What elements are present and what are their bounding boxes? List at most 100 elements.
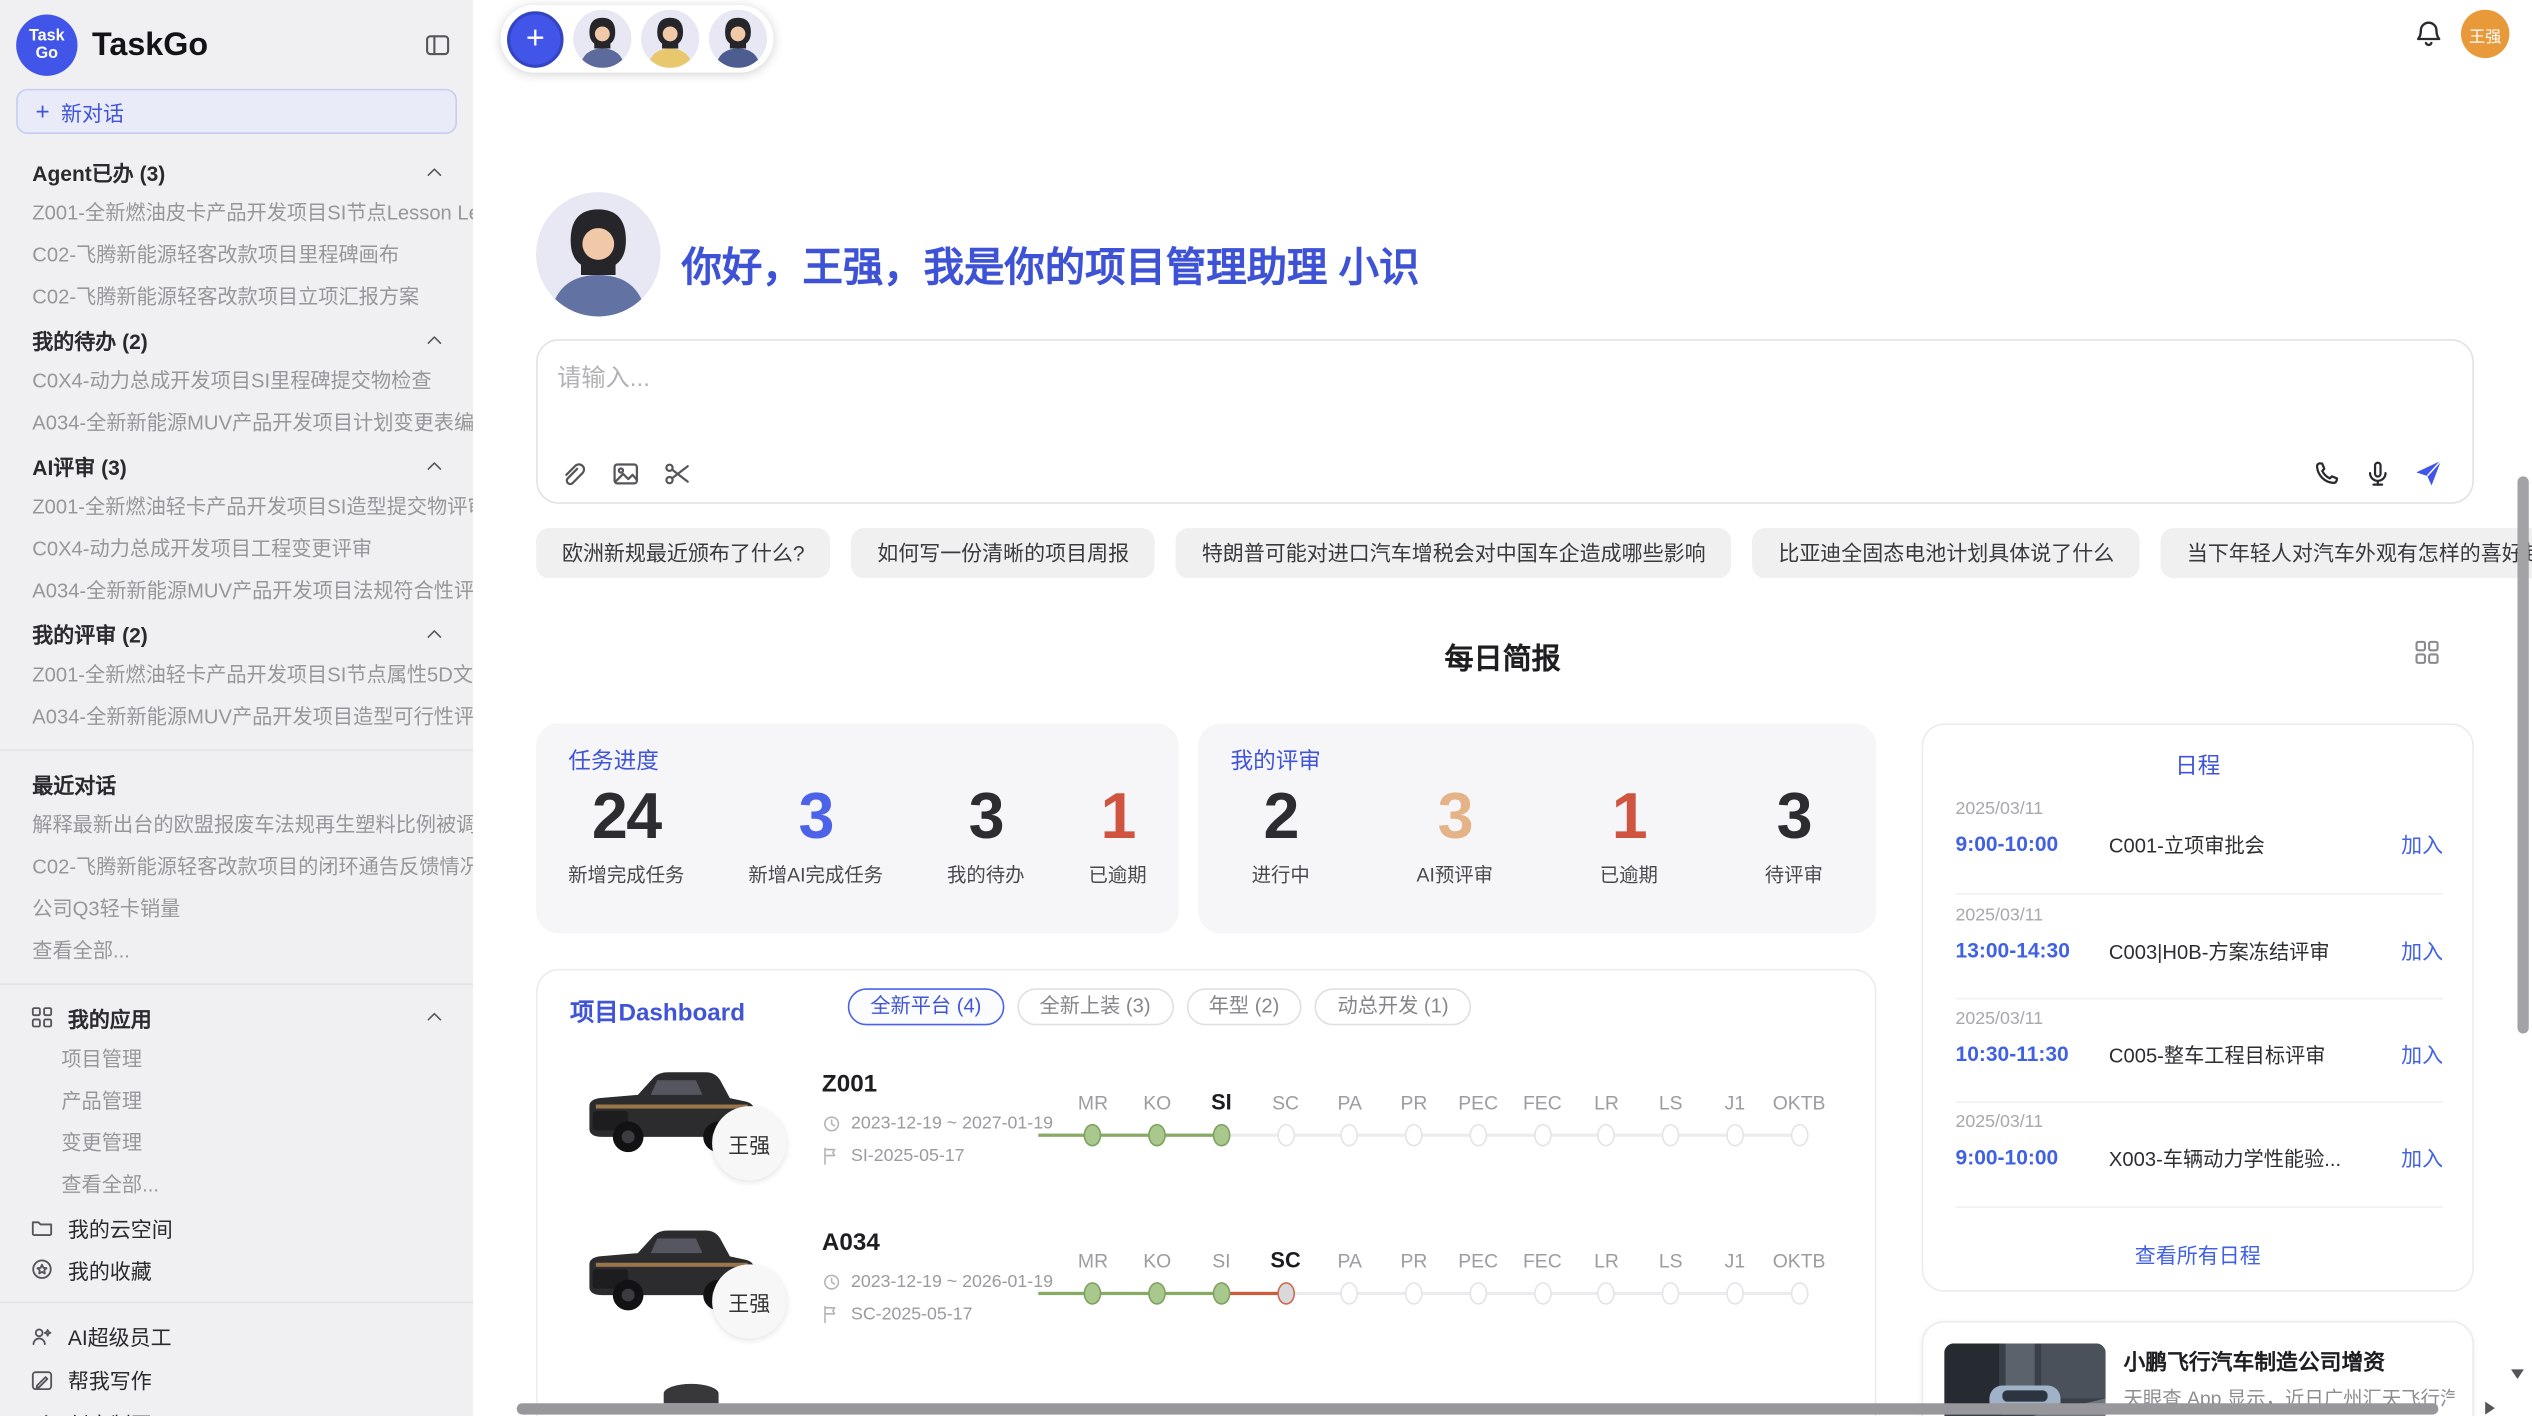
chevron-up-icon [425, 330, 444, 349]
section-agent-done[interactable]: Agent已办 (3) [0, 150, 473, 192]
sidebar-item[interactable]: Z001-全新燃油轻卡产品开发项目SI造型提交物评审 [0, 486, 473, 528]
stat-review-overdue: 1已逾期 [1600, 782, 1658, 889]
sidebar-item-my-apps[interactable]: 我的应用 [0, 996, 473, 1038]
suggestion-chip[interactable]: 当下年轻人对汽车外观有怎样的喜好趋势 [2161, 528, 2532, 578]
assistant-avatar [536, 192, 660, 316]
filter-all-platform[interactable]: 全新平台 (4) [848, 988, 1004, 1025]
project-row-a034[interactable]: 王强 A034 2023-12-19 ~ 2026-01-19 SC-2025-… [538, 1203, 1875, 1361]
sidebar-item-creative-draw[interactable]: 创意制图 [0, 1402, 473, 1416]
section-label: 我的待办 (2) [32, 325, 147, 356]
app-item-product-mgmt[interactable]: 产品管理 [0, 1080, 473, 1122]
news-card[interactable]: 小鹏飞行汽车制造公司增资 天眼查 App 显示，近日广州汇天飞行汽... [1922, 1321, 2474, 1416]
schedule-meeting-title: C001-立项审批会 [2109, 828, 2388, 859]
divider [0, 983, 473, 985]
chat-input[interactable] [554, 363, 1846, 394]
voice-call-icon[interactable] [2314, 459, 2341, 486]
project-flag: SC-2025-05-17 [822, 1305, 973, 1324]
horizontal-scrollbar-thumb[interactable] [517, 1403, 2439, 1414]
recent-chat-item[interactable]: 公司Q3轻卡销量 [0, 888, 473, 930]
agent-avatar-3[interactable] [709, 10, 767, 68]
schedule-item: 2025/03/11 13:00-14:30 C003|H0B-方案冻结评审 加… [1956, 906, 2444, 966]
flag-icon [822, 1147, 841, 1166]
next-vehicle-peek [664, 1384, 719, 1403]
join-button[interactable]: 加入 [2401, 1142, 2443, 1173]
notification-bell-icon[interactable] [2414, 19, 2443, 48]
suggestion-chip[interactable]: 欧洲新规最近颁布了什么? [536, 528, 830, 578]
join-button[interactable]: 加入 [2401, 935, 2443, 966]
sidebar-item[interactable]: C02-飞腾新能源轻客改款项目立项汇报方案 [0, 276, 473, 318]
schedule-time: 9:00-10:00 [1956, 832, 2109, 856]
creative-draw-label: 创意制图 [68, 1408, 152, 1416]
scroll-down-arrow[interactable] [2511, 1369, 2524, 1379]
sidebar: Task Go TaskGo + 新对话 Agent已办 (3) Z001-全新… [0, 0, 473, 1416]
suggestion-chip[interactable]: 如何写一份清晰的项目周报 [851, 528, 1155, 578]
sidebar-item-help-write[interactable]: 帮我写作 [0, 1358, 473, 1402]
section-my-review[interactable]: 我的评审 (2) [0, 612, 473, 654]
clock-icon [822, 1272, 841, 1291]
join-button[interactable]: 加入 [2401, 1038, 2443, 1069]
sidebar-item[interactable]: C02-飞腾新能源轻客改款项目里程碑画布 [0, 234, 473, 276]
vertical-scrollbar-thumb[interactable] [2517, 476, 2528, 1033]
filter-model-year[interactable]: 年型 (2) [1186, 988, 1302, 1025]
section-my-todo[interactable]: 我的待办 (2) [0, 318, 473, 360]
sidebar-item[interactable]: Z001-全新燃油轻卡产品开发项目SI节点属性5D文件评审 [0, 654, 473, 696]
sidebar-item[interactable]: Z001-全新燃油皮卡产品开发项目SI节点Lesson Learn报告 [0, 192, 473, 234]
join-button[interactable]: 加入 [2401, 828, 2443, 859]
chat-composer[interactable] [536, 339, 2474, 504]
microphone-icon[interactable] [2364, 459, 2391, 486]
schedule-item: 2025/03/11 9:00-10:00 C001-立项审批会 加入 [1956, 799, 2444, 859]
add-agent-button[interactable]: + [507, 10, 564, 67]
schedule-title: 日程 [1923, 749, 2472, 781]
recent-chat-item[interactable]: C02-飞腾新能源轻客改款项目的闭环通告反馈情况 [0, 846, 473, 888]
card-title: 我的评审 [1230, 744, 1320, 776]
logo-line2: Go [36, 45, 58, 63]
collapse-sidebar-icon[interactable] [421, 29, 453, 61]
view-all-apps[interactable]: 查看全部... [0, 1164, 473, 1206]
sidebar-item[interactable]: A034-全新新能源MUV产品开发项目计划变更表编写 [0, 402, 473, 444]
chevron-up-icon [425, 624, 444, 643]
app-item-project-mgmt[interactable]: 项目管理 [0, 1038, 473, 1080]
recent-chat-item[interactable]: 解释最新出台的欧盟报废车法规再生塑料比例被调至15%... [0, 804, 473, 846]
suggestion-chips: 欧洲新规最近颁布了什么? 如何写一份清晰的项目周报 特朗普可能对进口汽车增税会对… [536, 528, 2532, 578]
sidebar-item-favorites[interactable]: 我的收藏 [0, 1248, 473, 1290]
cloud-space-label: 我的云空间 [68, 1212, 173, 1243]
sidebar-item-cloud-space[interactable]: 我的云空间 [0, 1206, 473, 1248]
section-ai-review[interactable]: AI评审 (3) [0, 444, 473, 486]
attachment-icon[interactable] [560, 460, 587, 487]
project-flag: SI-2025-05-17 [822, 1147, 965, 1166]
main-area: + 王强 你好，王强，我是你的项目管理助理 小识 [473, 0, 2532, 1416]
layout-grid-icon[interactable] [2414, 639, 2440, 665]
suggestion-chip[interactable]: 比亚迪全固态电池计划具体说了什么 [1752, 528, 2140, 578]
dashboard-title: 项目Dashboard [570, 995, 745, 1029]
user-avatar[interactable]: 王强 [2461, 10, 2509, 58]
ai-employee-label: AI超级员工 [68, 1321, 172, 1352]
schedule-date: 2025/03/11 [1956, 906, 2444, 925]
scissors-icon[interactable] [664, 460, 691, 487]
filter-upfit[interactable]: 全新上装 (3) [1017, 988, 1173, 1025]
send-icon[interactable] [2414, 459, 2443, 488]
sidebar-item-ai-employee[interactable]: AI超级员工 [0, 1314, 473, 1358]
task-progress-card: 任务进度 24新增完成任务 3新增AI完成任务 3我的待办 1已逾期 [536, 723, 1179, 933]
view-all-chats[interactable]: 查看全部... [0, 930, 473, 972]
schedule-meeting-title: C005-整车工程目标评审 [2109, 1038, 2388, 1069]
app-item-change-mgmt[interactable]: 变更管理 [0, 1122, 473, 1164]
agent-avatar-2[interactable] [641, 10, 699, 68]
image-icon[interactable] [612, 460, 639, 487]
filter-powertrain[interactable]: 动总开发 (1) [1315, 988, 1471, 1025]
new-chat-button[interactable]: + 新对话 [16, 89, 457, 134]
chevron-up-icon [425, 1008, 444, 1027]
suggestion-chip[interactable]: 特朗普可能对进口汽车增税会对中国车企造成哪些影响 [1176, 528, 1732, 578]
agent-avatar-1[interactable] [573, 10, 631, 68]
project-row-z001[interactable]: 王强 Z001 2023-12-19 ~ 2027-01-19 SI-2025-… [538, 1045, 1875, 1203]
project-dates: 2023-12-19 ~ 2027-01-19 [822, 1114, 1053, 1133]
sidebar-item[interactable]: C0X4-动力总成开发项目工程变更评审 [0, 528, 473, 570]
sidebar-item[interactable]: C0X4-动力总成开发项目SI里程碑提交物检查 [0, 360, 473, 402]
stat-my-todo: 3我的待办 [947, 782, 1025, 889]
sidebar-item[interactable]: A034-全新新能源MUV产品开发项目法规符合性评审 [0, 570, 473, 612]
greeting-text: 你好，王强，我是你的项目管理助理 小识 [681, 236, 1419, 294]
scroll-right-arrow[interactable] [2485, 1402, 2495, 1415]
sidebar-item[interactable]: A034-全新新能源MUV产品开发项目造型可行性评审 [0, 696, 473, 738]
view-all-schedule[interactable]: 查看所有日程 [1923, 1239, 2472, 1270]
chevron-up-icon [425, 456, 444, 475]
grid-icon [31, 1006, 54, 1029]
